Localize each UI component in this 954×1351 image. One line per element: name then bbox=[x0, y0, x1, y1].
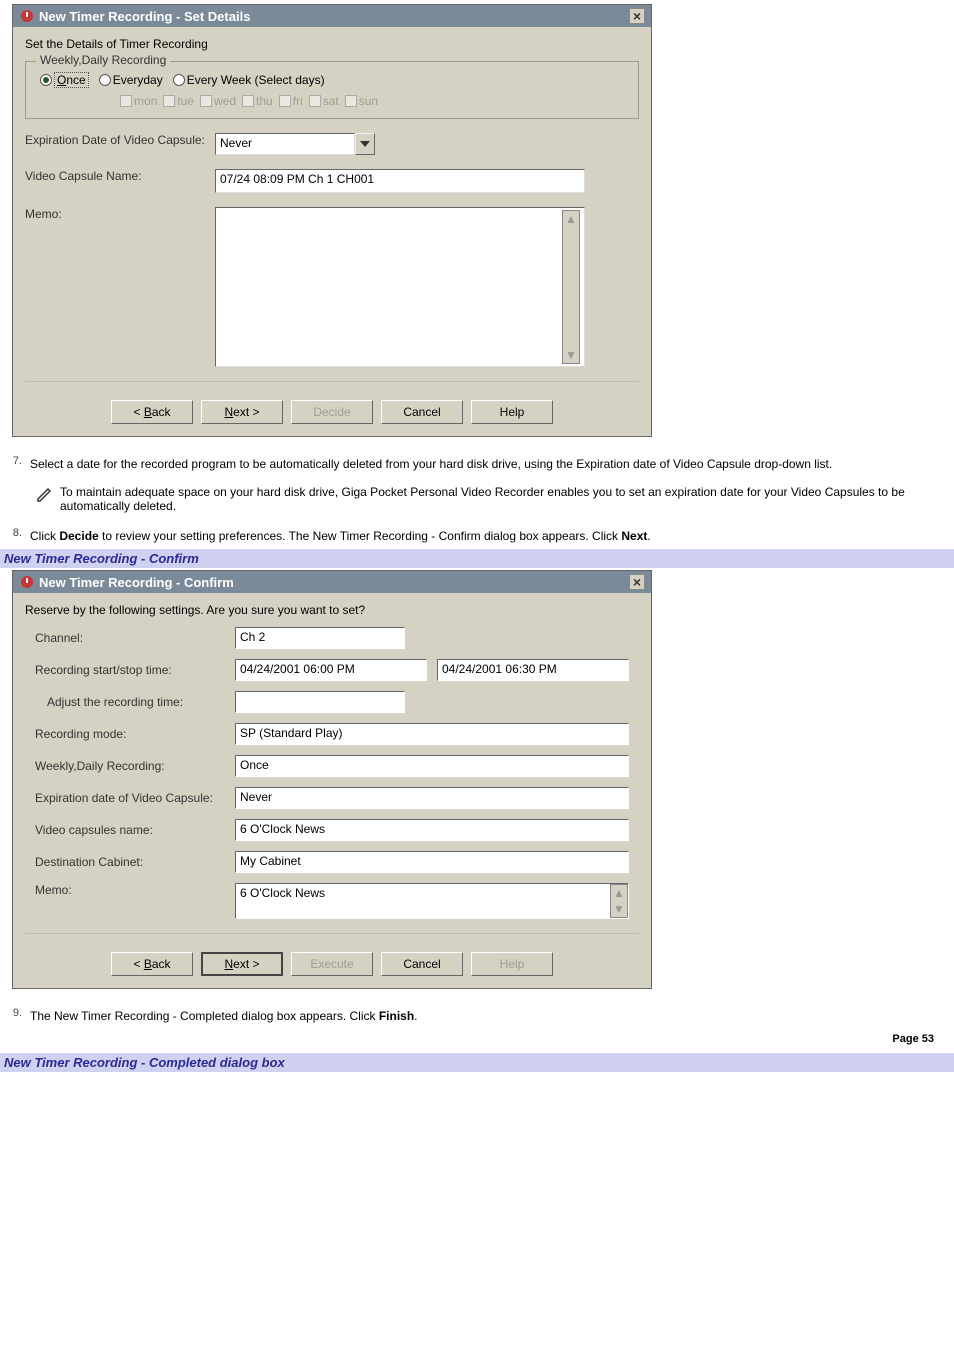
titlebar: New Timer Recording - Set Details × bbox=[13, 5, 651, 27]
capsule-name-label: Video Capsule Name: bbox=[25, 169, 215, 183]
checkbox-thu: thu bbox=[242, 94, 273, 108]
memo-textarea[interactable]: ▲ ▼ bbox=[215, 207, 585, 367]
help-button[interactable]: Help bbox=[471, 952, 553, 976]
dest-value: My Cabinet bbox=[235, 851, 629, 873]
channel-value: Ch 2 bbox=[235, 627, 405, 649]
capsule-name-input[interactable]: 07/24 08:09 PM Ch 1 CH001 bbox=[215, 169, 585, 193]
expiration-label: Expiration date of Video Capsule: bbox=[35, 791, 235, 805]
subtitle: Reserve by the following settings. Are y… bbox=[25, 603, 639, 617]
pencil-note-icon bbox=[36, 485, 54, 503]
note-text: To maintain adequate space on your hard … bbox=[60, 485, 948, 513]
dialog-title: New Timer Recording - Set Details bbox=[39, 9, 629, 24]
weekly-value: Once bbox=[235, 755, 629, 777]
capsules-value: 6 O'Clock News bbox=[235, 819, 629, 841]
step-text: Click Decide to review your setting pref… bbox=[30, 527, 948, 545]
step-text: Select a date for the recorded program t… bbox=[30, 455, 948, 473]
checkbox-wed: wed bbox=[200, 94, 236, 108]
startstop-label: Recording start/stop time: bbox=[35, 663, 235, 677]
cancel-button[interactable]: Cancel bbox=[381, 952, 463, 976]
dialog-confirm: New Timer Recording - Confirm × Reserve … bbox=[12, 570, 652, 989]
checkbox-sat: sat bbox=[309, 94, 339, 108]
note-7: To maintain adequate space on your hard … bbox=[36, 485, 948, 513]
cancel-button[interactable]: Cancel bbox=[381, 400, 463, 424]
scroll-down-icon: ▼ bbox=[611, 901, 627, 917]
dialog-set-details: New Timer Recording - Set Details × Set … bbox=[12, 4, 652, 437]
radio-everyday[interactable]: Everyday bbox=[99, 73, 163, 87]
step-7: 7. Select a date for the recorded progra… bbox=[6, 455, 948, 473]
close-button[interactable]: × bbox=[629, 8, 645, 24]
memo-label: Memo: bbox=[25, 207, 215, 221]
checkbox-sun: sun bbox=[345, 94, 378, 108]
channel-label: Channel: bbox=[35, 631, 235, 645]
adjust-value bbox=[235, 691, 405, 713]
subtitle: Set the Details of Timer Recording bbox=[25, 37, 639, 51]
separator bbox=[25, 381, 639, 382]
expiration-dropdown[interactable]: Never bbox=[215, 133, 375, 155]
expiration-label: Expiration Date of Video Capsule: bbox=[25, 133, 215, 147]
app-icon bbox=[19, 574, 35, 590]
mode-value: SP (Standard Play) bbox=[235, 723, 629, 745]
mode-label: Recording mode: bbox=[35, 727, 235, 741]
capsules-label: Video capsules name: bbox=[35, 823, 235, 837]
memo-label: Memo: bbox=[35, 883, 235, 897]
app-icon bbox=[19, 8, 35, 24]
checkbox-mon: mon bbox=[120, 94, 157, 108]
scroll-up-icon: ▲ bbox=[563, 211, 579, 227]
execute-button[interactable]: Execute bbox=[291, 952, 373, 976]
decide-button[interactable]: Decide bbox=[291, 400, 373, 424]
dialog-title: New Timer Recording - Confirm bbox=[39, 575, 629, 590]
step-number: 7. bbox=[6, 455, 30, 473]
checkbox-tue: tue bbox=[163, 94, 194, 108]
scroll-up-icon: ▲ bbox=[611, 885, 627, 901]
memo-scrollbar[interactable]: ▲ ▼ bbox=[562, 210, 580, 364]
step-number: 8. bbox=[6, 527, 30, 545]
stop-value: 04/24/2001 06:30 PM bbox=[437, 659, 629, 681]
separator bbox=[25, 933, 639, 934]
radio-once[interactable]: OOncence bbox=[40, 72, 89, 88]
step-8: 8. Click Decide to review your setting p… bbox=[6, 527, 948, 545]
help-button[interactable]: Help bbox=[471, 400, 553, 424]
checkbox-fri: fri bbox=[279, 94, 303, 108]
group-legend: Weekly,Daily Recording bbox=[36, 53, 170, 67]
dropdown-arrow-icon[interactable] bbox=[355, 133, 375, 155]
next-button[interactable]: Next >Next > bbox=[201, 400, 283, 424]
heading-completed: New Timer Recording - Completed dialog b… bbox=[0, 1053, 954, 1072]
titlebar: New Timer Recording - Confirm × bbox=[13, 571, 651, 593]
adjust-label: Adjust the recording time: bbox=[35, 695, 235, 709]
days-row: mon tue wed thu fri sat sun bbox=[120, 94, 628, 108]
heading-confirm: New Timer Recording - Confirm bbox=[0, 549, 954, 568]
radio-selectdays[interactable]: Every Week (Select days) bbox=[173, 73, 325, 87]
weekly-label: Weekly,Daily Recording: bbox=[35, 759, 235, 773]
step-text: The New Timer Recording - Completed dial… bbox=[30, 1007, 948, 1025]
dest-label: Destination Cabinet: bbox=[35, 855, 235, 869]
weekly-daily-group: Weekly,Daily Recording OOncence Everyday… bbox=[25, 61, 639, 119]
start-value: 04/24/2001 06:00 PM bbox=[235, 659, 427, 681]
expiration-value: Never bbox=[235, 787, 629, 809]
page-footer: Page 53 bbox=[0, 1025, 954, 1049]
back-button[interactable]: < Back< Back bbox=[111, 952, 193, 976]
back-button[interactable]: < Back< Back bbox=[111, 400, 193, 424]
memo-value: 6 O'Clock News ▲ ▼ bbox=[235, 883, 629, 919]
next-button[interactable]: Next >Next > bbox=[201, 952, 283, 976]
scroll-down-icon: ▼ bbox=[563, 347, 579, 363]
step-number: 9. bbox=[6, 1007, 30, 1025]
expiration-value: Never bbox=[215, 133, 355, 155]
memo-scrollbar[interactable]: ▲ ▼ bbox=[610, 884, 628, 918]
step-9: 9. The New Timer Recording - Completed d… bbox=[6, 1007, 948, 1025]
close-button[interactable]: × bbox=[629, 574, 645, 590]
